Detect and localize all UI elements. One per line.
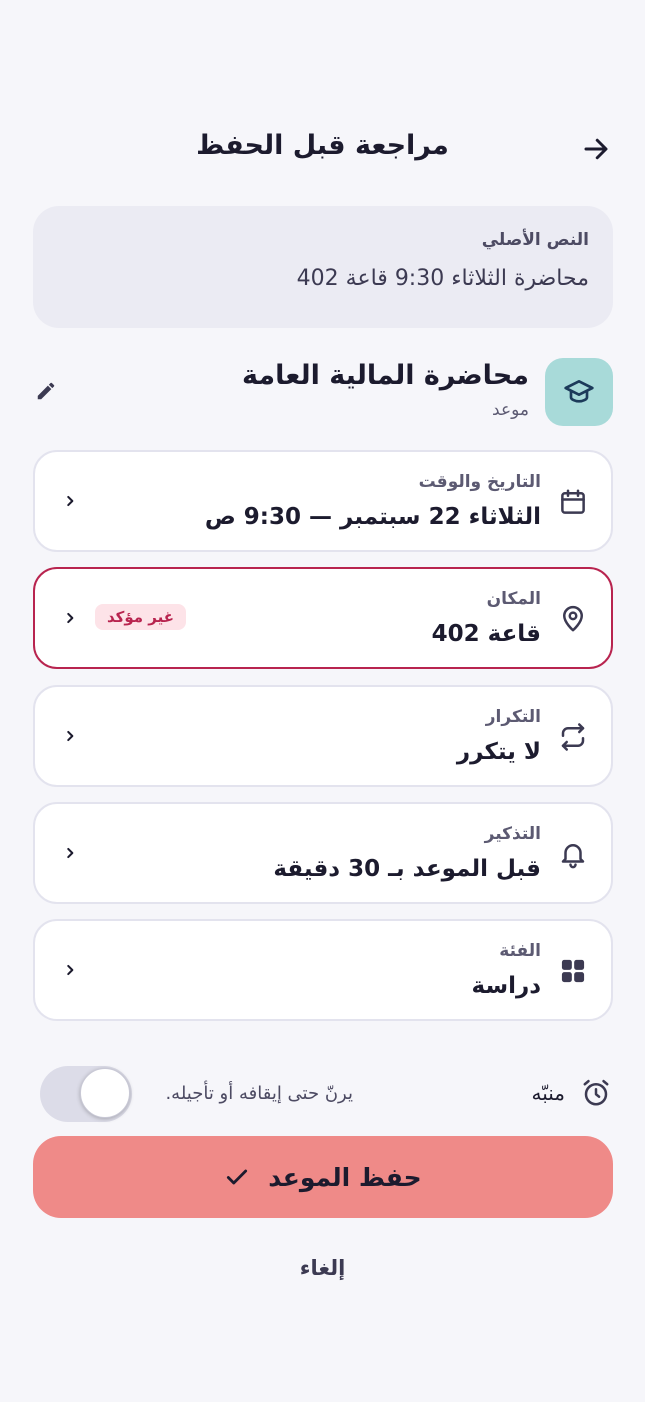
field-label: التاريخ والوقت <box>418 472 541 492</box>
field-label: التذكير <box>484 824 541 844</box>
alarm-description: يرنّ حتى إيقافه أو تأجيله. <box>165 1083 353 1104</box>
graduation-cap-icon <box>564 380 594 403</box>
alarm-toggle[interactable] <box>40 1066 132 1122</box>
event-heading: محاضرة المالية العامة موعد <box>33 358 613 428</box>
original-text-label: النص الأصلي <box>481 230 589 250</box>
field-label: الفئة <box>499 941 541 961</box>
field-card-reminder[interactable]: التذكير قبل الموعد بـ 30 دقيقة <box>33 802 613 904</box>
save-button[interactable]: حفظ الموعد <box>33 1136 613 1218</box>
pencil-icon <box>37 382 55 400</box>
field-value: دراسة <box>471 973 542 999</box>
field-label: المكان <box>486 589 541 609</box>
chevron-left-icon <box>61 842 79 864</box>
page-title: مراجعة قبل الحفظ <box>196 130 449 161</box>
field-card-location[interactable]: المكان قاعة 402 غير مؤكد <box>33 567 613 669</box>
event-type: موعد <box>492 400 529 420</box>
bell-icon <box>557 838 589 870</box>
alarm-label: منبّه <box>531 1081 565 1105</box>
location-pin-icon <box>557 603 589 635</box>
repeat-icon <box>557 721 589 753</box>
calendar-icon <box>557 486 589 518</box>
field-value: قبل الموعد بـ 30 دقيقة <box>273 856 541 882</box>
event-icon-tile <box>545 358 613 426</box>
toggle-knob <box>80 1068 130 1118</box>
field-card-category[interactable]: الفئة دراسة <box>33 919 613 1021</box>
field-value: لا يتكرر <box>456 739 541 765</box>
chevron-left-icon <box>61 725 79 747</box>
field-card-datetime[interactable]: التاريخ والوقت الثلاثاء 22 سبتمبر — 9:30… <box>33 450 613 552</box>
header: مراجعة قبل الحفظ <box>0 120 645 178</box>
cancel-button[interactable]: إلغاء <box>0 1256 645 1280</box>
chevron-left-icon <box>61 490 79 512</box>
original-text-box: النص الأصلي محاضرة الثلاثاء 9:30 قاعة 40… <box>33 206 613 328</box>
chevron-left-icon <box>61 959 79 981</box>
field-value: قاعة 402 <box>431 621 541 647</box>
alarm-row: منبّه يرنّ حتى إيقافه أو تأجيله. <box>33 1064 613 1122</box>
field-label: التكرار <box>485 707 541 727</box>
original-text: محاضرة الثلاثاء 9:30 قاعة 402 <box>296 266 589 291</box>
save-label: حفظ الموعد <box>268 1162 422 1192</box>
chevron-left-icon <box>61 607 79 629</box>
alarm-clock-icon <box>581 1078 611 1108</box>
unconfirmed-badge: غير مؤكد <box>95 604 187 630</box>
field-card-repeat[interactable]: التكرار لا يتكرر <box>33 685 613 787</box>
event-title: محاضرة المالية العامة <box>242 360 529 391</box>
check-icon <box>227 1169 248 1185</box>
field-value: الثلاثاء 22 سبتمبر — 9:30 ص <box>204 504 541 530</box>
edit-button[interactable] <box>33 378 59 404</box>
grid-icon <box>557 955 589 987</box>
